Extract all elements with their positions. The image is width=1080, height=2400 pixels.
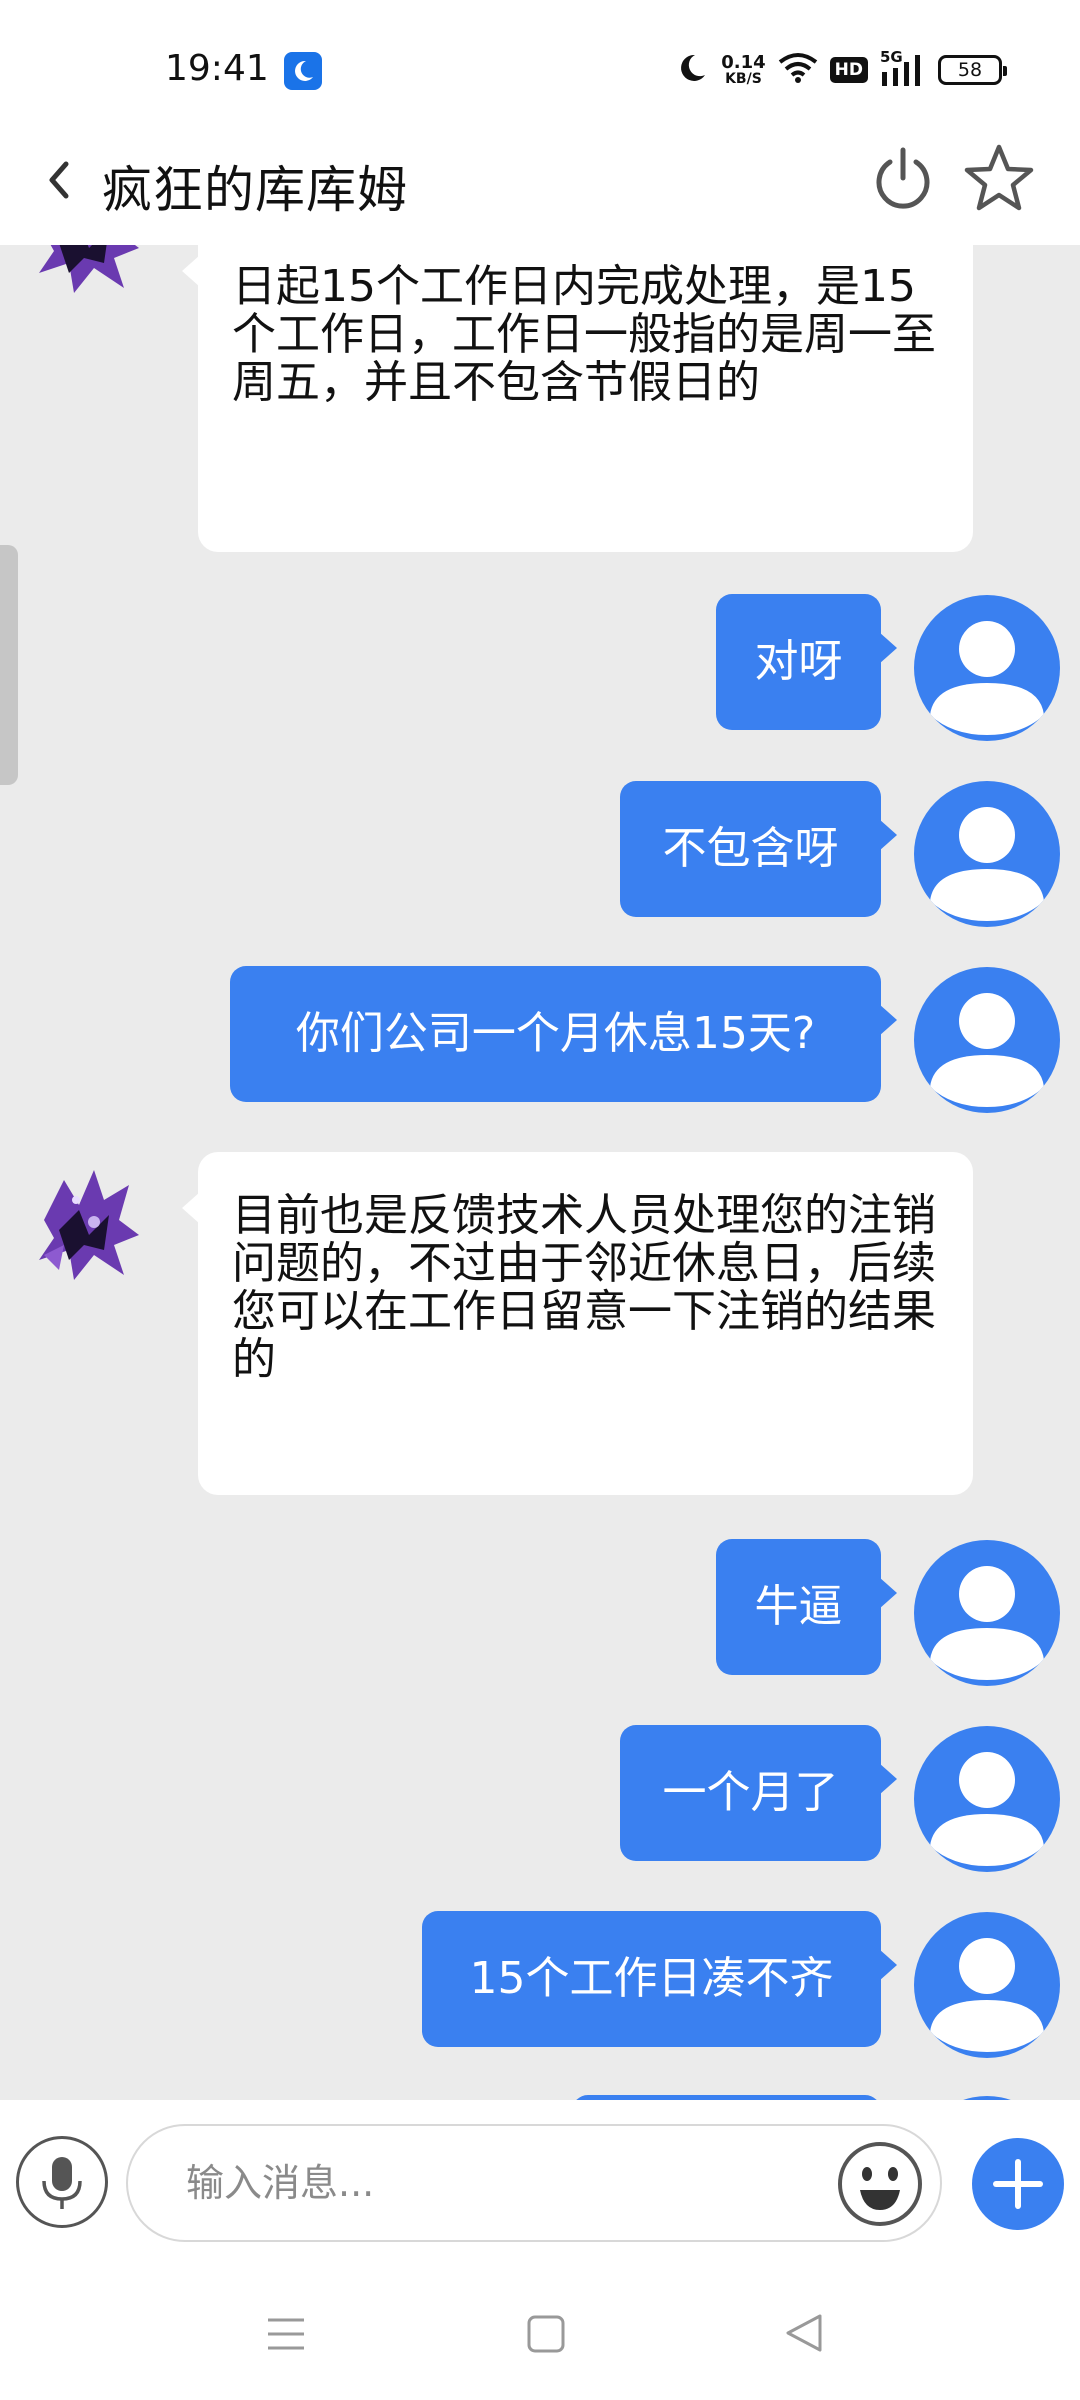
system-back-button[interactable]	[784, 2312, 824, 2358]
outgoing-message-bubble[interactable]: 牛逼	[716, 1539, 897, 1675]
user-avatar[interactable]	[914, 967, 1060, 1113]
incoming-message-bubble[interactable]: 目前也是反馈技术人员处理您的注销问题的，不过由于邻近休息日，后续您可以在工作日留…	[182, 1152, 973, 1495]
emoji-button[interactable]	[836, 2140, 924, 2228]
scroll-indicator[interactable]	[0, 545, 18, 785]
menu-icon	[268, 2318, 304, 2350]
cellular-signal-icon: 5G	[880, 48, 926, 88]
moon-badge-icon	[284, 52, 322, 90]
outgoing-message-bubble[interactable]: 一个月了	[620, 1725, 897, 1861]
message-text: 你们公司一个月休息15天?	[295, 1008, 816, 1059]
chat-title: 疯狂的库库姆	[102, 161, 408, 219]
chevron-left-icon	[49, 161, 69, 199]
message-input-bar	[0, 2100, 1080, 2250]
outgoing-message-bubble[interactable]: 15个工作日凑不齐	[422, 1911, 897, 2047]
net-speed-value: 0.14	[721, 52, 766, 73]
bot-avatar[interactable]	[24, 1160, 154, 1290]
back-button[interactable]	[36, 150, 86, 210]
net-speed-unit: KB/S	[725, 71, 762, 87]
square-home-icon	[527, 2315, 565, 2353]
more-options-plus-button[interactable]	[972, 2138, 1064, 2230]
user-avatar[interactable]	[914, 781, 1060, 927]
wifi-icon	[778, 52, 818, 88]
incoming-message-bubble[interactable]: 日起15个工作日内完成处理，是15个工作日，工作日一般指的是周一至周五，并且不包…	[182, 245, 973, 552]
smiley-icon	[838, 2142, 922, 2226]
outgoing-message-bubble[interactable]: 不包含呀	[620, 781, 897, 917]
power-icon	[876, 147, 930, 209]
hd-badge: HD	[829, 57, 868, 83]
chat-message-list[interactable]: 日起15个工作日内完成处理，是15个工作日，工作日一般指的是周一至周五，并且不包…	[0, 245, 1080, 2100]
moon-icon	[675, 51, 709, 89]
user-avatar[interactable]	[914, 1540, 1060, 1686]
status-time: 19:41	[165, 48, 269, 89]
person-icon	[930, 993, 1044, 1107]
home-button[interactable]	[526, 2314, 566, 2358]
power-button[interactable]	[868, 144, 938, 214]
message-text: 对呀	[754, 636, 843, 687]
status-icons: 0.14 KB/S HD 5G 58	[675, 48, 1007, 90]
message-text: 不包含呀	[662, 823, 839, 874]
message-text: 牛逼	[754, 1581, 843, 1632]
message-input[interactable]	[126, 2124, 942, 2242]
battery-level: 58	[957, 59, 983, 81]
microphone-icon	[42, 2157, 82, 2209]
bot-avatar[interactable]	[24, 245, 154, 303]
person-icon	[930, 1566, 1044, 1680]
message-text: 目前也是反馈技术人员处理您的注销问题的，不过由于邻近休息日，后续您可以在工作日留…	[232, 1190, 936, 1385]
user-avatar[interactable]	[914, 1912, 1060, 2058]
person-icon	[930, 1752, 1044, 1866]
outgoing-message-bubble[interactable]: 你们公司一个月休息15天?	[230, 966, 897, 1102]
person-icon	[930, 621, 1044, 735]
favorite-star-button[interactable]	[962, 142, 1036, 214]
chat-header: 疯狂的库库姆	[0, 120, 1080, 245]
person-icon	[930, 1938, 1044, 2052]
network-speed: 0.14 KB/S	[721, 52, 766, 87]
star-icon	[964, 144, 1034, 211]
triangle-back-icon	[786, 2314, 822, 2352]
system-navigation-bar	[0, 2250, 1080, 2400]
user-avatar[interactable]	[914, 1726, 1060, 1872]
plus-icon	[993, 2159, 1043, 2209]
message-text: 一个月了	[662, 1767, 839, 1818]
message-text: 15个工作日凑不齐	[469, 1953, 834, 2004]
voice-input-button[interactable]	[16, 2136, 108, 2228]
status-bar: 19:41 0.14 KB/S HD 5G 58	[0, 0, 1080, 120]
recent-apps-button[interactable]	[266, 2314, 306, 2358]
person-icon	[930, 807, 1044, 921]
message-text: 日起15个工作日内完成处理，是15个工作日，工作日一般指的是周一至周五，并且不包…	[232, 261, 936, 408]
outgoing-message-bubble[interactable]: 对呀	[716, 594, 897, 730]
user-avatar[interactable]	[914, 595, 1060, 741]
battery-indicator: 58	[938, 55, 1007, 85]
